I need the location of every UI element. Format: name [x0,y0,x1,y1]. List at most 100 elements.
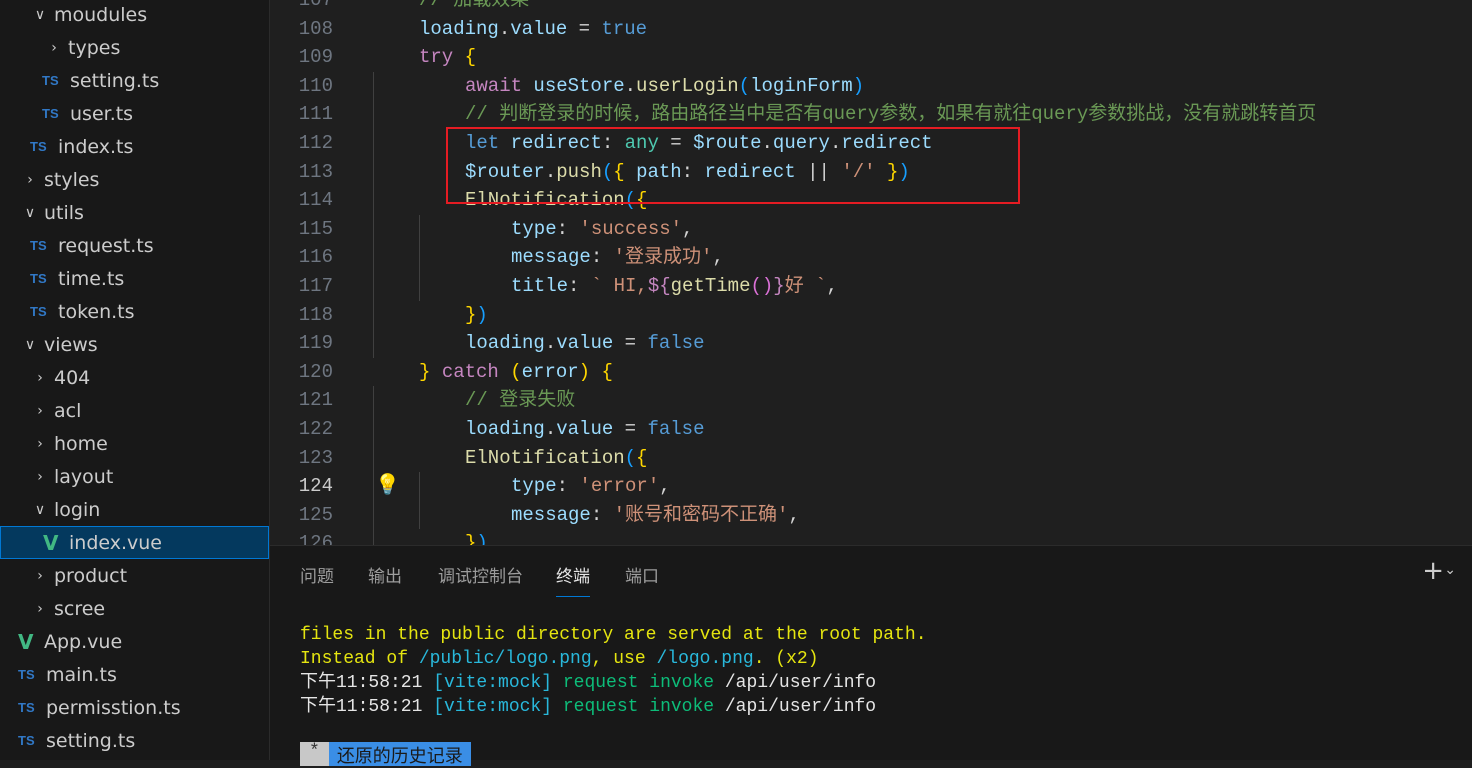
code-token: { [601,360,613,383]
chevron-down-icon[interactable]: ∨ [32,7,48,23]
tree-item-time-ts[interactable]: TS time.ts [0,262,269,295]
tree-item-utils[interactable]: ∨ utils [0,196,269,229]
tree-item-login[interactable]: ∨ login [0,493,269,526]
terminal-dropdown-icon[interactable]: ⌄ [1444,562,1456,578]
code-line[interactable]: 109 try { [270,43,1472,72]
tree-item-index-vue[interactable]: Vindex.vue [0,526,269,559]
indent-guide [373,472,374,501]
code-line[interactable]: 125 message: '账号和密码不正确', [270,500,1472,530]
tree-item-permisstion-ts[interactable]: TS permisstion.ts [0,691,269,724]
tree-item-home[interactable]: › home [0,427,269,460]
typescript-file-icon: TS [30,304,47,319]
code-line[interactable]: 117 title: ` HI,${getTime()}好 `, [270,272,1472,301]
code-line[interactable]: 122 loading.value = false [270,415,1472,444]
code-line[interactable]: 116 message: '登录成功', [270,243,1472,272]
code-token: : [590,246,614,269]
code-line[interactable]: 121 // 登录失败 [270,386,1472,415]
tree-item-label: product [54,564,128,587]
tree-item-types[interactable]: › types [0,31,269,64]
tree-item-label: 404 [54,366,91,389]
code-line[interactable]: 119 loading.value = false [270,329,1472,358]
tree-item-product[interactable]: › product [0,559,269,592]
code-token: } [465,532,477,545]
code-token: error [521,360,579,383]
lightbulb-icon[interactable]: 💡 [375,472,400,496]
chevron-right-icon[interactable]: › [32,370,48,386]
chevron-right-icon[interactable]: › [32,469,48,485]
line-number: 119 [298,332,333,355]
terminal-segment: 下午11:58:21 [300,673,434,693]
code-line[interactable]: 123 ElNotification({ [270,443,1472,473]
new-terminal-button[interactable]: + [1422,556,1444,586]
terminal-line: files in the public directory are served… [300,623,927,647]
code-token: ${ [647,275,671,297]
chevron-down-icon[interactable]: ∨ [32,502,48,518]
tree-item-setting-ts[interactable]: TS setting.ts [0,64,269,97]
code-line[interactable]: 124 type: 'error', [270,472,1472,501]
code-token: false [647,418,705,440]
code-line[interactable]: 118}) [270,300,1472,330]
chevron-right-icon[interactable]: › [22,172,38,188]
indent-guide [373,443,374,473]
code-token: : [568,275,591,297]
tab-1[interactable]: 输出 [368,562,402,587]
code-token: title [511,275,569,297]
code-token: 好 ` [784,275,827,297]
tree-item-acl[interactable]: › acl [0,394,269,427]
line-number: 107 [298,0,333,11]
tab-2[interactable]: 调试控制台 [438,562,523,587]
code-line[interactable]: 126}) [270,529,1472,545]
chevron-right-icon[interactable]: › [32,403,48,419]
tab-0[interactable]: 问题 [300,562,334,587]
indent-guide [419,243,420,272]
tree-item-views[interactable]: ∨ views [0,328,269,361]
code-token: // 加载效果 [419,0,530,11]
tree-item-layout[interactable]: › layout [0,460,269,493]
code-line[interactable]: 108 loading.value = true [270,15,1472,44]
tree-item-label: user.ts [70,102,134,125]
line-number: 112 [298,132,333,154]
tree-item-App-vue[interactable]: V App.vue [0,625,269,658]
tree-item-styles[interactable]: › styles [0,163,269,196]
tab-4[interactable]: 端口 [625,562,659,587]
code-token: , [788,503,800,526]
tree-item-404[interactable]: › 404 [0,361,269,394]
chevron-down-icon[interactable]: ∨ [22,337,38,353]
code-line[interactable]: 111 // 判断登录的时候，路由路径当中是否有query参数，如果有就往quer… [270,100,1472,129]
tree-item-moudules[interactable]: ∨ moudules [0,0,269,31]
tab-3[interactable]: 终端 [556,562,590,597]
code-text: loading.value = true [419,15,647,44]
tree-item-request-ts[interactable]: TS request.ts [0,229,269,262]
indent-guide [373,243,374,272]
tree-item-user-ts[interactable]: TS user.ts [0,97,269,130]
code-line[interactable]: 120} catch (error) { [270,358,1472,387]
chevron-right-icon[interactable]: › [32,601,48,617]
code-token: type [511,217,557,240]
tree-item-scree[interactable]: › scree [0,592,269,625]
tree-item-token-ts[interactable]: TS token.ts [0,295,269,328]
code-line[interactable]: 115 type: 'success', [270,214,1472,244]
tree-item-label: login [54,498,101,521]
code-text: // 加载效果 [419,0,529,15]
code-text: } catch (error) { [419,358,613,387]
explorer-sidebar: ∨ moudules › types TS setting.ts TS user.ts TS in… [0,0,270,760]
line-number: 118 [298,303,333,326]
code-line[interactable]: 107 // 加载效果 [270,0,1472,15]
chevron-right-icon[interactable]: › [32,568,48,584]
code-token: message [511,246,591,269]
chevron-down-icon[interactable]: ∨ [22,205,38,221]
code-token: ) [578,360,591,383]
tree-item-label: types [68,36,121,59]
tree-item-setting-ts[interactable]: TS setting.ts [0,724,269,757]
tree-item-index-ts[interactable]: TS index.ts [0,130,269,163]
terminal-segment: /public/logo.png [418,649,592,669]
code-token: } [419,360,431,383]
tree-item-main-ts[interactable]: TS main.ts [0,658,269,691]
code-editor[interactable]: 107 // 加载效果 108 loading.value = true 109 try … [270,0,1472,545]
chevron-right-icon[interactable]: › [46,40,62,56]
code-token: catch [441,360,499,383]
code-line[interactable]: 110 await useStore.userLogin(loginForm) [270,71,1472,101]
chevron-right-icon[interactable]: › [32,436,48,452]
